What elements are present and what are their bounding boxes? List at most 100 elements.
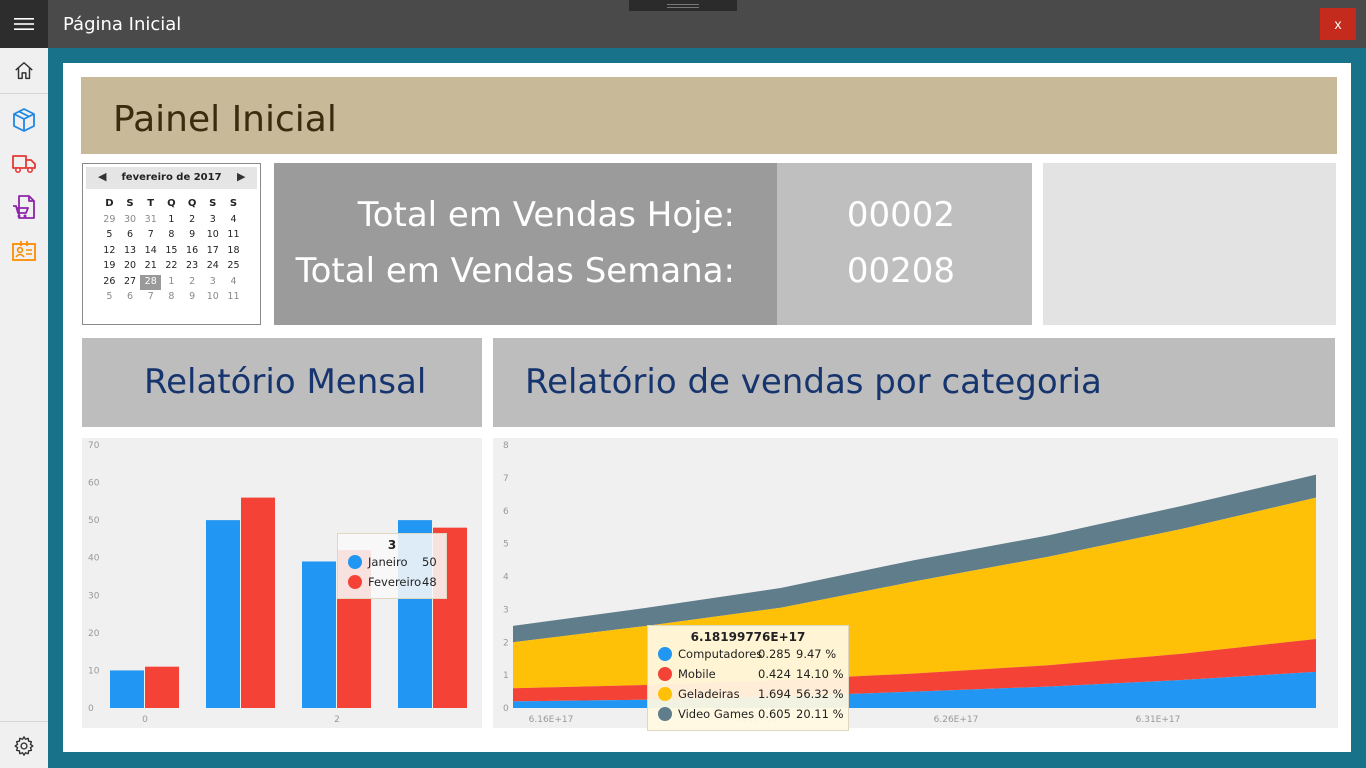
y-tick-label: 7 xyxy=(503,474,509,484)
calendar-grid: D S T Q Q S S 29 30 31 1 2 3 4 5 6 7 8 9 10 11 12 13 14 15 16 17 18… xyxy=(99,197,244,306)
calendar-day[interactable]: 8 xyxy=(161,228,182,244)
calendar-day[interactable]: 3 xyxy=(202,275,223,291)
category-report-title: Relatório de vendas por categoria xyxy=(525,362,1102,402)
title-bar: Página Inicial x xyxy=(0,0,1366,48)
truck-icon xyxy=(12,155,36,173)
gear-icon xyxy=(14,736,34,756)
tooltip-row: Janeiro 50 xyxy=(338,552,446,572)
calendar-day[interactable]: 31 xyxy=(140,213,161,229)
empty-panel xyxy=(1043,163,1336,325)
calendar-day[interactable]: 27 xyxy=(120,275,141,291)
tooltip-series-value: 50 xyxy=(422,555,437,569)
tooltip-series-name: Janeiro xyxy=(368,555,408,569)
category-area-chart[interactable]: 0123456786.16E+176.21E+176.26E+176.31E+1… xyxy=(493,438,1338,731)
calendar-day[interactable]: 4 xyxy=(223,213,244,229)
calendar-day[interactable]: 5 xyxy=(99,228,120,244)
calendar-day-header: T xyxy=(147,198,155,209)
calendar-day[interactable]: 15 xyxy=(161,244,182,260)
legend-dot-icon xyxy=(658,667,672,681)
hamburger-menu-button[interactable] xyxy=(0,0,48,48)
calendar-day[interactable]: 10 xyxy=(202,228,223,244)
calendar-day[interactable]: 26 xyxy=(99,275,120,291)
bar-chart-tooltip: 3 Janeiro 50 Fevereiro 48 xyxy=(337,533,447,599)
sidebar-item-contacts[interactable] xyxy=(0,231,48,271)
calendar-day[interactable]: 9 xyxy=(182,228,203,244)
calendar-day[interactable]: 20 xyxy=(120,259,141,275)
calendar-day[interactable]: 6 xyxy=(120,290,141,306)
calendar-day[interactable]: 11 xyxy=(223,228,244,244)
sidebar-item-settings[interactable] xyxy=(0,726,48,766)
home-icon xyxy=(15,62,33,80)
tooltip-series-value: 48 xyxy=(422,575,437,589)
calendar-day[interactable]: 8 xyxy=(161,290,182,306)
tooltip-title: 3 xyxy=(387,538,397,552)
legend-dot-icon xyxy=(658,687,672,701)
legend-dot-icon xyxy=(658,707,672,721)
sidebar-item-home[interactable] xyxy=(0,51,48,91)
y-tick-label: 50 xyxy=(88,516,100,526)
calendar-day[interactable]: 10 xyxy=(202,290,223,306)
calendar-day[interactable]: 16 xyxy=(182,244,203,260)
tooltip-series-percent: 9.47 % xyxy=(796,647,837,661)
sales-week-value: 00208 xyxy=(846,251,956,291)
sidebar-item-products[interactable] xyxy=(0,100,48,140)
sales-values-panel: 00002 00208 xyxy=(777,163,1032,325)
sales-today-value: 00002 xyxy=(846,195,956,235)
y-tick-label: 0 xyxy=(88,704,94,714)
calendar-day[interactable]: 9 xyxy=(182,290,203,306)
bar-fevereiro xyxy=(145,666,179,708)
calendar-day[interactable]: 5 xyxy=(99,290,120,306)
drag-handle[interactable] xyxy=(629,0,737,11)
sidebar xyxy=(0,48,48,768)
next-month-button[interactable]: ▶ xyxy=(237,170,245,183)
calendar-day[interactable]: 2 xyxy=(182,213,203,229)
calendar-day[interactable]: 7 xyxy=(140,290,161,306)
calendar-day[interactable]: 7 xyxy=(140,228,161,244)
calendar-day[interactable]: 21 xyxy=(140,259,161,275)
calendar-day[interactable]: 14 xyxy=(140,244,161,260)
y-tick-label: 2 xyxy=(503,638,509,648)
calendar-day[interactable]: 28 xyxy=(140,274,162,290)
sidebar-item-delivery[interactable] xyxy=(0,143,48,183)
calendar-day[interactable]: 12 xyxy=(99,244,120,260)
x-tick-label: 6.16E+17 xyxy=(529,715,574,725)
bar-fevereiro xyxy=(241,497,275,708)
calendar-day[interactable]: 1 xyxy=(161,213,182,229)
y-tick-label: 5 xyxy=(503,540,509,550)
tooltip-row: Geladeiras 1.694 56.32 % xyxy=(648,684,848,704)
x-tick-label: 0 xyxy=(142,715,148,725)
calendar-day[interactable]: 29 xyxy=(99,213,120,229)
calendar-day[interactable]: 6 xyxy=(120,228,141,244)
calendar-day[interactable]: 3 xyxy=(202,213,223,229)
calendar-day-header: Q xyxy=(187,198,197,209)
x-tick-label: 2 xyxy=(334,715,340,725)
calendar-day-header: S xyxy=(209,198,217,209)
calendar-day[interactable]: 2 xyxy=(182,275,203,291)
tooltip-series-value: 0.285 xyxy=(758,647,791,661)
tooltip-series-value: 0.605 xyxy=(758,707,791,721)
bar-janeiro xyxy=(206,520,240,708)
calendar-day[interactable]: 4 xyxy=(223,275,244,291)
box-icon xyxy=(13,108,35,132)
calendar-day[interactable]: 13 xyxy=(120,244,141,260)
tooltip-series-name: Fevereiro xyxy=(368,575,422,589)
legend-dot-icon xyxy=(658,647,672,661)
calendar-day[interactable]: 30 xyxy=(120,213,141,229)
calendar-day[interactable]: 24 xyxy=(202,259,223,275)
calendar-day[interactable]: 25 xyxy=(223,259,244,275)
monthly-bar-chart[interactable]: 0 10 20 30 40 50 60 70 0 2 3 Janeiro 50 Fevereiro 48 xyxy=(82,438,482,728)
calendar-day[interactable]: 11 xyxy=(223,290,244,306)
x-tick-label: 6.26E+17 xyxy=(934,715,979,725)
calendar-day[interactable]: 17 xyxy=(202,244,223,260)
y-tick-label: 20 xyxy=(88,629,100,639)
calendar-day[interactable]: 1 xyxy=(161,275,182,291)
calendar-day[interactable]: 22 xyxy=(161,259,182,275)
calendar-day[interactable]: 23 xyxy=(182,259,203,275)
calendar[interactable]: ◀ fevereiro de 2017 ▶ D S T Q Q S S 29 30 31 1 2 3 4 5… xyxy=(82,163,261,325)
calendar-day[interactable]: 19 xyxy=(99,259,120,275)
calendar-day[interactable]: 18 xyxy=(223,244,244,260)
y-tick-label: 30 xyxy=(88,591,100,601)
sidebar-item-purchases[interactable] xyxy=(0,187,48,227)
x-tick-label: 6.31E+17 xyxy=(1136,715,1181,725)
close-button[interactable]: x xyxy=(1320,8,1356,40)
